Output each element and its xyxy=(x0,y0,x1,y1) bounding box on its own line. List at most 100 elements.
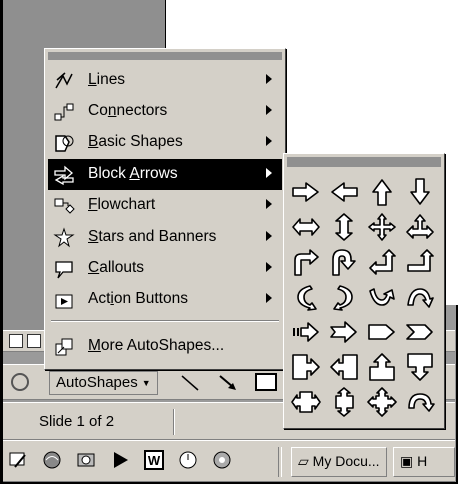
desktop-icon[interactable] xyxy=(7,449,29,471)
submenu-arrow-icon xyxy=(266,74,272,84)
curved-right-arrow-shape-button[interactable] xyxy=(288,279,324,315)
outline-view-icon[interactable] xyxy=(27,334,41,348)
left-right-up-arrow-shape-button[interactable] xyxy=(402,209,438,245)
network-icon[interactable] xyxy=(211,449,233,471)
striped-right-arrow-icon xyxy=(293,322,319,342)
block-arrows-submenu xyxy=(283,153,445,429)
pentagon-shape-button[interactable] xyxy=(364,314,400,350)
menu-item-lines[interactable]: Lines xyxy=(48,65,282,96)
striped-right-arrow-shape-button[interactable] xyxy=(288,314,324,350)
curved-left-arrow-shape-button[interactable] xyxy=(326,279,362,315)
curved-right-arrow-icon xyxy=(297,285,317,311)
menu-item-block-arrows[interactable]: Block Arrows xyxy=(48,159,282,190)
circular-arrow-icon xyxy=(408,393,435,412)
down-arrow-icon xyxy=(410,178,430,205)
notched-right-arrow-icon xyxy=(330,321,357,343)
normal-view-icon[interactable] xyxy=(9,334,23,348)
down-arrow-callout-icon xyxy=(407,353,433,381)
rotate-icon[interactable] xyxy=(11,373,29,391)
taskbar: W ▱ My Docu... ▣ H xyxy=(3,440,455,482)
word-icon[interactable]: W xyxy=(143,449,165,471)
menu-title-strip[interactable] xyxy=(48,52,282,60)
left-right-arrow-icon xyxy=(292,218,320,236)
up-arrow-callout-shape-button[interactable] xyxy=(364,349,400,385)
stars-banners-icon xyxy=(53,227,75,248)
right-arrow-callout-icon xyxy=(292,354,320,380)
bent-arrow-shape-button[interactable] xyxy=(288,244,324,280)
up-down-arrow-shape-button[interactable] xyxy=(326,209,362,245)
left-right-arrow-shape-button[interactable] xyxy=(288,209,324,245)
quad-arrow-callout-icon xyxy=(367,387,397,417)
right-arrow-callout-shape-button[interactable] xyxy=(288,349,324,385)
menu-item-more-autoshapes[interactable]: More AutoShapes... xyxy=(48,331,282,362)
taskbar-divider xyxy=(278,447,282,477)
up-arrow-shape-button[interactable] xyxy=(364,174,400,210)
chevron-icon xyxy=(406,324,433,340)
menu-item-label: Block Arrows xyxy=(88,165,178,182)
browser-icon[interactable] xyxy=(41,449,63,471)
clock-icon[interactable] xyxy=(177,449,199,471)
up-arrow-callout-icon xyxy=(369,353,395,381)
submenu-arrow-icon xyxy=(266,199,272,209)
left-arrow-callout-shape-button[interactable] xyxy=(326,349,362,385)
menu-item-action-buttons[interactable]: Action Buttons xyxy=(48,284,282,315)
menu-item-label: Callouts xyxy=(88,259,145,276)
notched-right-arrow-shape-button[interactable] xyxy=(326,314,362,350)
slide-count: Slide 1 of 2 xyxy=(39,413,115,430)
left-up-arrow-shape-button[interactable] xyxy=(364,244,400,280)
callouts-icon xyxy=(55,261,73,279)
right-arrow-icon xyxy=(292,182,319,202)
quad-arrow-callout-shape-button[interactable] xyxy=(364,384,400,420)
menu-item-flowchart[interactable]: Flowchart xyxy=(48,190,282,221)
connectors-icon xyxy=(54,103,74,121)
submenu-title-strip[interactable] xyxy=(287,157,441,167)
outlook-icon[interactable] xyxy=(75,449,97,471)
u-turn-arrow-icon xyxy=(332,249,356,276)
curved-up-arrow-icon xyxy=(369,288,395,306)
bent-up-arrow-shape-button[interactable] xyxy=(402,244,438,280)
arrow-tool-icon[interactable] xyxy=(217,373,239,393)
autoshapes-label: AutoShapes xyxy=(56,374,138,391)
right-arrow-shape-button[interactable] xyxy=(288,174,324,210)
autoshapes-button[interactable]: AutoShapes ▼ xyxy=(49,371,158,395)
up-down-arrow-callout-shape-button[interactable] xyxy=(326,384,362,420)
left-right-arrow-callout-shape-button[interactable] xyxy=(288,384,324,420)
basic-shapes-icon xyxy=(55,135,74,152)
block-arrows-icon xyxy=(54,165,74,186)
curved-down-arrow-shape-button[interactable] xyxy=(402,279,438,315)
menu-item-basic-shapes[interactable]: Basic Shapes xyxy=(48,127,282,158)
menu-item-label: Basic Shapes xyxy=(88,133,183,150)
bent-arrow-icon xyxy=(294,249,319,276)
curved-up-arrow-shape-button[interactable] xyxy=(364,279,400,315)
menu-item-label: Stars and Banners xyxy=(88,228,217,245)
left-arrow-icon xyxy=(331,182,358,202)
circular-arrow-shape-button[interactable] xyxy=(402,384,438,420)
menu-separator xyxy=(51,320,279,322)
taskbar-button-my-documents[interactable]: ▱ My Docu... xyxy=(291,447,387,477)
down-arrow-shape-button[interactable] xyxy=(402,174,438,210)
submenu-arrow-icon xyxy=(266,293,272,303)
rectangle-tool-icon[interactable] xyxy=(255,373,277,391)
up-down-arrow-callout-icon xyxy=(335,387,354,417)
left-right-arrow-callout-icon xyxy=(291,391,321,413)
up-arrow-icon xyxy=(372,179,392,206)
quad-arrow-icon xyxy=(368,213,396,241)
media-icon[interactable] xyxy=(109,449,131,471)
taskbar-button-label: My Docu... xyxy=(312,453,380,469)
bent-up-arrow-icon xyxy=(407,249,434,272)
curved-left-arrow-icon xyxy=(333,285,353,311)
submenu-arrow-icon xyxy=(266,168,272,178)
up-down-arrow-icon xyxy=(335,213,353,241)
down-arrow-callout-shape-button[interactable] xyxy=(402,349,438,385)
line-tool-icon[interactable] xyxy=(179,373,201,393)
menu-item-callouts[interactable]: Callouts xyxy=(48,253,282,284)
chevron-down-icon: ▼ xyxy=(141,378,151,389)
chevron-shape-button[interactable] xyxy=(402,314,438,350)
u-turn-arrow-shape-button[interactable] xyxy=(326,244,362,280)
left-arrow-shape-button[interactable] xyxy=(326,174,362,210)
menu-item-connectors[interactable]: Connectors xyxy=(48,96,282,127)
quad-arrow-shape-button[interactable] xyxy=(364,209,400,245)
taskbar-button-second[interactable]: ▣ H xyxy=(393,447,455,477)
window-icon: ▣ xyxy=(400,453,414,469)
menu-item-stars-banners[interactable]: Stars and Banners xyxy=(48,222,282,253)
